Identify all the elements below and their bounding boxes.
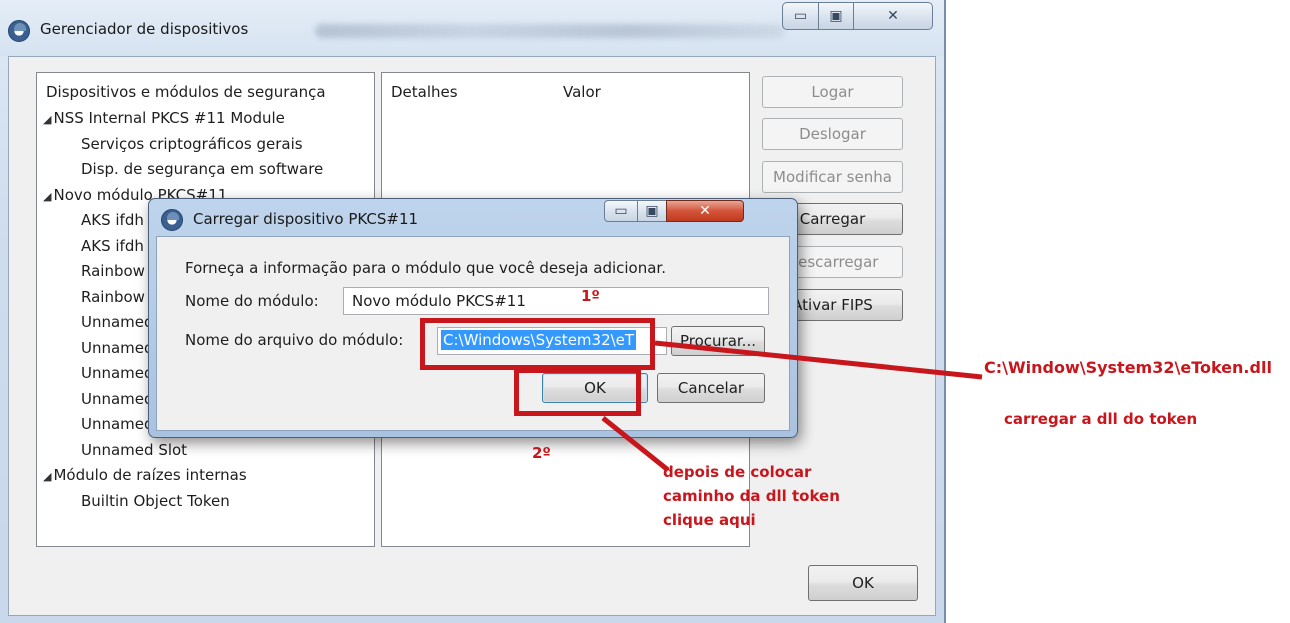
logout-button[interactable]: Deslogar [762,118,903,150]
dialog-app-icon [161,209,183,231]
maximize-button[interactable]: ▣ [818,2,854,30]
login-button-label: Logar [811,83,854,101]
ok-highlight-box [514,368,641,416]
minimize-icon: ▭ [614,203,628,219]
device-column-header[interactable]: Dispositivos e módulos de segurança [46,83,326,101]
logout-button-label: Deslogar [799,125,866,143]
login-button[interactable]: Logar [762,76,903,108]
title-bar: Gerenciador de dispositivos ▭ ▣ ✕ [0,0,944,56]
load-dll-note: carregar a dll do token [1004,410,1198,428]
dialog-close-button[interactable]: ✕ [666,200,744,222]
tree-item[interactable]: Builtin Object Token [81,492,230,510]
module-name-label: Nome do módulo: [185,292,319,310]
close-icon: ✕ [699,203,711,219]
details-column-header[interactable]: Detalhes [391,83,458,101]
dialog-title: Carregar dispositivo PKCS#11 [193,210,419,228]
close-button[interactable]: ✕ [853,2,933,30]
module-file-label: Nome do arquivo do módulo: [185,331,404,349]
instruction-line-1: depois de colocar [663,463,812,481]
tree-item-label: Rainbow [81,287,145,306]
expand-arrow-icon[interactable]: ◢ [43,113,51,126]
tree-item-label: Rainbow [81,262,145,280]
tree-item-label: Disp. de segurança em software [81,160,324,178]
tree-item-label: AKS ifdh 0 [81,211,159,229]
tree-item[interactable]: AKS ifdh 0 [81,211,158,229]
browse-button[interactable]: Procurar... [671,326,765,356]
ok-button-label: OK [852,574,874,592]
value-column-header[interactable]: Valor [563,83,601,101]
step-one-label: 1º [581,287,600,305]
window-title: Gerenciador de dispositivos [40,20,249,38]
tree-item[interactable]: Serviços criptográficos gerais [81,135,303,153]
tree-item-label: NSS Internal PKCS #11 Module [53,109,285,127]
change-password-label: Modificar senha [773,168,892,186]
tree-item[interactable]: Unnamed Slot [81,441,187,459]
tree-item[interactable]: Rainbow [81,288,145,306]
dialog-cancel-button[interactable]: Cancelar [657,373,765,403]
load-button-label: Carregar [799,210,866,228]
tree-item[interactable]: AKS ifdh 1 [81,237,158,255]
tree-item[interactable]: Rainbow [81,262,145,280]
tree-item-label: Builtin Object Token [81,491,230,510]
maximize-icon: ▣ [829,8,843,24]
enable-fips-label: Ativar FIPS [792,296,873,314]
dialog-minimize-button[interactable]: ▭ [604,200,638,222]
app-icon [8,20,30,42]
browse-button-label: Procurar... [679,332,756,350]
tree-item[interactable]: ◢ Módulo de raízes internas [43,466,247,484]
maximize-icon: ▣ [645,203,659,219]
unload-button-label: Descarregar [786,253,879,271]
instruction-line-2: caminho da dll token [663,487,840,505]
instruction-line-3: clique aqui [663,511,756,529]
instruction-note: depois de colocar caminho da dll token c… [663,460,840,532]
step-two-label: 2º [532,444,551,462]
file-path-highlight-box [420,318,655,370]
tree-item-label: Serviços criptográficos gerais [81,134,303,153]
blurred-background-text [315,24,785,38]
ok-button[interactable]: OK [808,565,918,601]
expand-arrow-icon[interactable]: ◢ [43,470,51,483]
module-name-input[interactable] [343,287,769,315]
tree-item[interactable]: Disp. de segurança em software [81,160,323,178]
dll-path-note: C:\Window\System32\eToken.dll [984,358,1272,377]
minimize-icon: ▭ [793,8,808,24]
tree-item-label: Unnamed Slot [81,440,188,459]
dialog-cancel-label: Cancelar [677,379,745,397]
expand-arrow-icon[interactable]: ◢ [43,190,51,203]
minimize-button[interactable]: ▭ [782,2,819,30]
tree-item[interactable]: ◢ NSS Internal PKCS #11 Module [43,109,285,127]
dialog-info-text: Forneça a informação para o módulo que v… [185,259,666,277]
dialog-maximize-button[interactable]: ▣ [637,200,667,222]
change-password-button[interactable]: Modificar senha [762,161,903,193]
tree-item-label: AKS ifdh 1 [81,236,159,255]
tree-item-label: Módulo de raízes internas [53,466,247,484]
close-icon: ✕ [887,8,899,24]
